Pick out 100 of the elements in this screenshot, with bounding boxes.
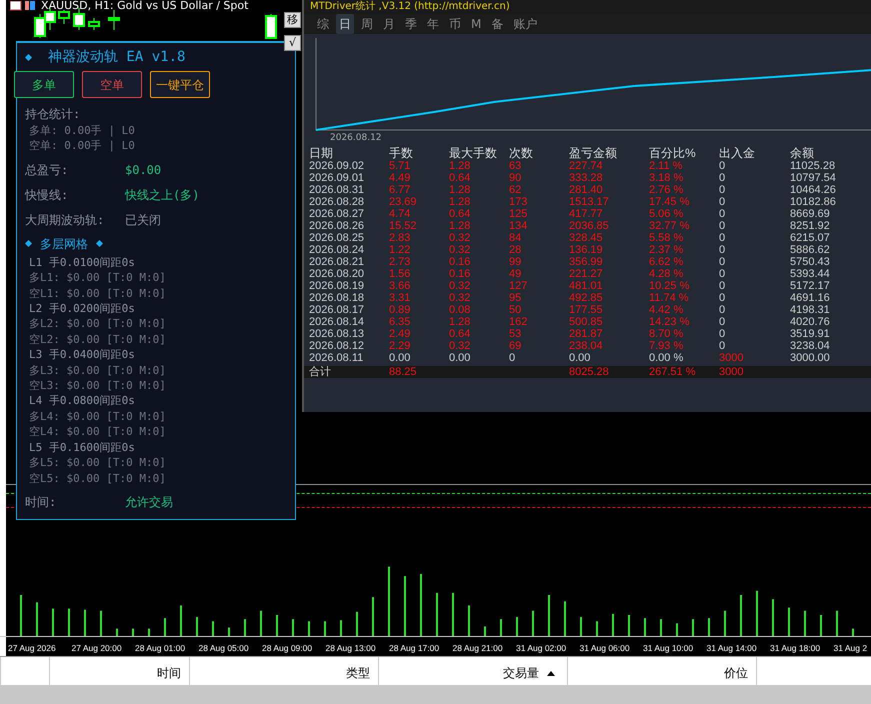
table-cell-text: 17.45 % — [649, 196, 690, 208]
table-cell-text: 1.28 — [449, 220, 472, 232]
total-cell-text: 267.51 % — [649, 366, 696, 378]
position-line: 多L5: $0.00 [T:0 M:0] — [28, 455, 167, 470]
column-header: 日期 — [309, 146, 334, 160]
time-axis-label: 31 Aug 18:00 — [770, 642, 820, 655]
table-cell-text: 6.77 — [389, 184, 412, 196]
info-label: 快慢线: — [25, 186, 70, 204]
table-cell-text: 0 — [719, 196, 726, 208]
table-cell-text: 127 — [509, 280, 528, 292]
table-cell-text: 333.28 — [569, 172, 604, 184]
panel-title: 神器波动轨 EA v1.8 — [48, 48, 186, 67]
table-cell-text: 11025.28 — [790, 160, 836, 172]
table-cell-text: 500.85 — [569, 316, 604, 328]
table-cell-text: 14.23 % — [649, 316, 690, 328]
candle — [34, 14, 46, 38]
table-cell-text: 0 — [719, 340, 726, 352]
time-axis-label: 28 Aug 05:00 — [198, 642, 249, 655]
table-cell-text: 0 — [719, 232, 726, 244]
table-cell-text: 3238.04 — [790, 340, 831, 352]
candle — [108, 10, 120, 30]
time-axis-label: 31 Aug 14:00 — [706, 642, 757, 655]
table-cell-text: 2026.08.25 — [309, 232, 366, 244]
stats-tab[interactable]: 日 — [336, 14, 354, 34]
side-button[interactable]: √ — [284, 35, 301, 51]
table-cell-text: 4691.16 — [790, 292, 831, 304]
chart-date-label: 2026.08.12 — [330, 132, 382, 145]
table-cell-text: 2026.08.24 — [309, 244, 366, 256]
time-axis-label: 27 Aug 2026 — [8, 642, 56, 655]
column-header: 最大手数 — [449, 146, 498, 160]
table-cell-text: 125 — [509, 208, 528, 220]
table-cell-text: 3000.00 — [790, 352, 831, 364]
table-cell-text: 0 — [719, 244, 726, 256]
table-cell-text: 4.28 % — [649, 268, 684, 280]
stats-tab[interactable]: 年 — [424, 14, 442, 34]
stats-tab[interactable]: 币 — [446, 14, 464, 34]
stats-tab[interactable]: 周 — [358, 14, 376, 34]
table-cell-text: 5.58 % — [649, 232, 684, 244]
time-axis-label: 31 Aug 2 — [834, 642, 868, 655]
table-cell-text: 0 — [719, 184, 726, 196]
chart-title: XAUUSD, H1: Gold vs US Dollar / Spot — [41, 0, 248, 14]
stats-tab[interactable]: 月 — [380, 14, 398, 34]
sell-button[interactable]: 空单 — [82, 71, 142, 98]
grid-level-line: L3 手0.0400间距0s — [28, 347, 136, 363]
stats-tab[interactable]: M — [468, 14, 484, 34]
table-cell-text: 2036.85 — [569, 220, 610, 232]
table-cell-text: 0.32 — [449, 244, 472, 256]
table-cell-text: 2026.09.02 — [309, 160, 366, 172]
table-cell-text: 1.28 — [449, 184, 472, 196]
table-cell-text: 2.49 — [389, 328, 412, 340]
table-cell-text: 2026.08.31 — [309, 184, 366, 196]
table-cell-text: 50 — [509, 304, 522, 316]
diamond-icon — [96, 240, 103, 248]
table-cell-text: 0 — [719, 280, 726, 292]
position-line: 空L4: $0.00 [T:0 M:0] — [28, 424, 167, 440]
table-cell-text: 173 — [509, 196, 528, 208]
table-cell-text: 2026.08.26 — [309, 220, 366, 232]
info-label: 时间: — [25, 494, 58, 511]
stats-tab[interactable]: 备 — [488, 14, 506, 34]
table-cell-text: 10464.26 — [790, 184, 837, 196]
time-axis-label: 28 Aug 01:00 — [135, 642, 186, 655]
table-cell-text: 1.22 — [389, 244, 412, 256]
table-cell-text: 281.87 — [569, 328, 604, 340]
table-cell-text: 53 — [509, 328, 522, 340]
table-cell-text: 162 — [509, 316, 528, 328]
table-cell-text: 5172.17 — [790, 280, 831, 292]
column-header: 次数 — [509, 146, 534, 160]
stats-heading: 持仓统计: — [25, 106, 82, 123]
position-line: 多L4: $0.00 [T:0 M:0] — [28, 408, 167, 424]
table-cell-text: 1.56 — [389, 268, 412, 280]
side-button[interactable]: 移 — [284, 12, 301, 28]
stats-title: MTDriver统计 ,V3.12 (http://mtdriver.cn) — [304, 0, 871, 13]
table-cell-text: 10797.54 — [790, 172, 837, 184]
table-cell-text: 0.16 — [449, 256, 472, 268]
stats-tab[interactable]: 综 — [314, 14, 332, 34]
table-cell-text: 6.35 — [389, 316, 412, 328]
section-title: 多层网格 — [40, 236, 88, 253]
buy-button[interactable]: 多单 — [14, 71, 74, 98]
table-cell-text: 2026.08.11 — [309, 352, 364, 364]
table-cell-text: 2.29 — [389, 340, 412, 352]
close-button[interactable]: 一键平仓 — [150, 71, 210, 98]
table-cell-text: 2026.08.13 — [309, 328, 366, 340]
table-cell-text: 221.27 — [569, 268, 604, 280]
table-cell-text: 0.08 — [449, 304, 472, 316]
table-cell-text: 8.70 % — [649, 328, 684, 340]
table-cell-text: 0 — [719, 172, 726, 184]
position-line: 空L3: $0.00 [T:0 M:0] — [28, 378, 167, 394]
info-label: 总盈亏: — [25, 162, 70, 179]
time-axis-label: 28 Aug 17:00 — [389, 642, 440, 655]
time-axis-label: 31 Aug 06:00 — [580, 642, 630, 655]
table-cell-text: 0.64 — [449, 172, 472, 184]
position-line: 多单: 0.00手 | L0 — [28, 123, 136, 138]
table-cell-text: 1.28 — [449, 196, 472, 208]
table-cell-text: 0.00 — [449, 352, 472, 364]
table-cell-text: 0 — [719, 256, 726, 268]
stats-tab[interactable]: 季 — [402, 14, 420, 34]
table-cell-text: 0.32 — [449, 340, 472, 352]
chart-window-icon — [10, 1, 36, 12]
column-header: 余额 — [790, 146, 815, 160]
stats-tab[interactable]: 账户 — [510, 14, 540, 34]
